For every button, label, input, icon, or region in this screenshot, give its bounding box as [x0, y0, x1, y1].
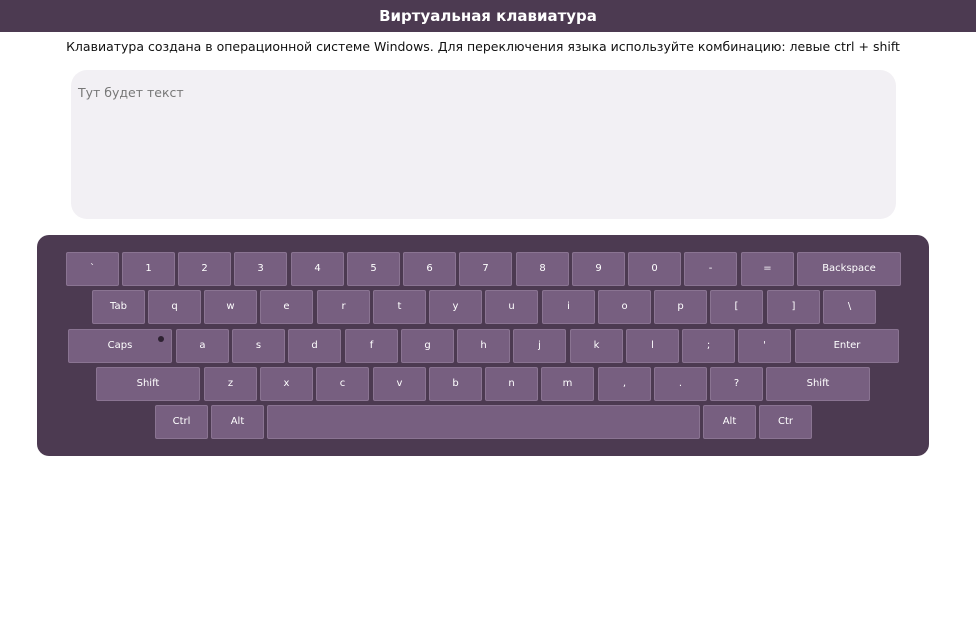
key-period[interactable]: .	[654, 367, 707, 401]
key-p[interactable]: p	[654, 290, 707, 324]
key-s[interactable]: s	[232, 329, 285, 363]
key-m[interactable]: m	[541, 367, 594, 401]
key-right-bracket[interactable]: ]	[767, 290, 820, 324]
key-6[interactable]: 6	[403, 252, 456, 286]
key-equals[interactable]: =	[741, 252, 794, 286]
key-t[interactable]: t	[373, 290, 426, 324]
key-2[interactable]: 2	[178, 252, 231, 286]
page-title: Виртуальная клавиатура	[379, 7, 597, 25]
key-f[interactable]: f	[345, 329, 398, 363]
key-backspace[interactable]: Backspace	[797, 252, 901, 286]
key-comma[interactable]: ,	[598, 367, 651, 401]
key-alt-right[interactable]: Alt	[703, 405, 756, 439]
key-enter[interactable]: Enter	[795, 329, 899, 363]
key-w[interactable]: w	[204, 290, 257, 324]
key-tab[interactable]: Tab	[92, 290, 145, 324]
key-i[interactable]: i	[542, 290, 595, 324]
key-backtick[interactable]: `	[66, 252, 119, 286]
key-o[interactable]: o	[598, 290, 651, 324]
virtual-keyboard: ` 1 2 3 4 5 6 7 8 9 0 - = Backspace Tab …	[37, 235, 929, 456]
key-u[interactable]: u	[485, 290, 538, 324]
key-3[interactable]: 3	[234, 252, 287, 286]
key-shift-right[interactable]: Shift	[766, 367, 870, 401]
key-9[interactable]: 9	[572, 252, 625, 286]
key-d[interactable]: d	[288, 329, 341, 363]
key-z[interactable]: z	[204, 367, 257, 401]
key-shift-left[interactable]: Shift	[96, 367, 200, 401]
key-question[interactable]: ?	[710, 367, 763, 401]
key-backslash[interactable]: \	[823, 290, 876, 324]
key-k[interactable]: k	[570, 329, 623, 363]
key-7[interactable]: 7	[459, 252, 512, 286]
key-space[interactable]	[267, 405, 700, 439]
key-ctrl-right[interactable]: Ctr	[759, 405, 812, 439]
key-c[interactable]: c	[316, 367, 369, 401]
text-output-area[interactable]	[71, 70, 896, 219]
key-semicolon[interactable]: ;	[682, 329, 735, 363]
key-y[interactable]: y	[429, 290, 482, 324]
key-1[interactable]: 1	[122, 252, 175, 286]
key-left-bracket[interactable]: [	[710, 290, 763, 324]
key-5[interactable]: 5	[347, 252, 400, 286]
key-n[interactable]: n	[485, 367, 538, 401]
page-header: Виртуальная клавиатура	[0, 0, 976, 32]
language-hint: Клавиатура создана в операционной систем…	[66, 39, 900, 54]
key-8[interactable]: 8	[516, 252, 569, 286]
key-l[interactable]: l	[626, 329, 679, 363]
key-b[interactable]: b	[429, 367, 482, 401]
key-minus[interactable]: -	[684, 252, 737, 286]
key-0[interactable]: 0	[628, 252, 681, 286]
key-alt-left[interactable]: Alt	[211, 405, 264, 439]
key-x[interactable]: x	[260, 367, 313, 401]
key-a[interactable]: a	[176, 329, 229, 363]
caps-indicator-icon	[158, 336, 164, 342]
key-ctrl-left[interactable]: Ctrl	[155, 405, 208, 439]
key-r[interactable]: r	[317, 290, 370, 324]
key-quote[interactable]: '	[738, 329, 791, 363]
key-q[interactable]: q	[148, 290, 201, 324]
key-caps[interactable]: Caps	[68, 329, 172, 363]
key-caps-label: Caps	[107, 340, 133, 351]
key-v[interactable]: v	[373, 367, 426, 401]
key-g[interactable]: g	[401, 329, 454, 363]
key-e[interactable]: e	[260, 290, 313, 324]
key-h[interactable]: h	[457, 329, 510, 363]
key-4[interactable]: 4	[291, 252, 344, 286]
key-j[interactable]: j	[513, 329, 566, 363]
